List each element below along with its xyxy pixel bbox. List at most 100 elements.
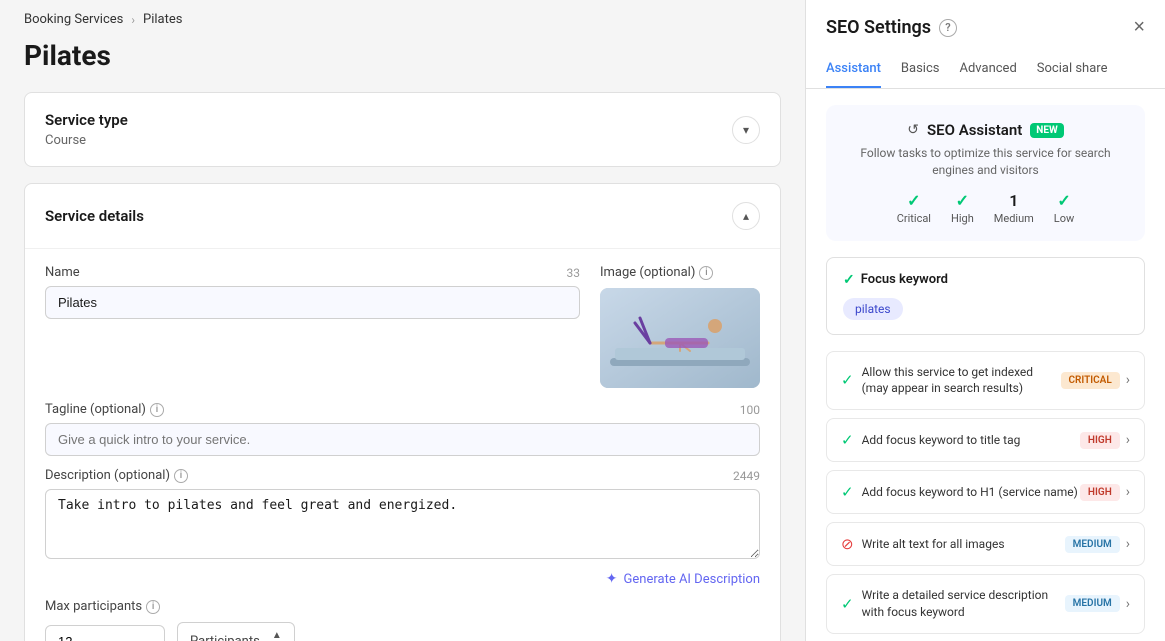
service-type-card: Service type Course ▾ <box>24 92 781 167</box>
image-preview[interactable] <box>600 288 760 388</box>
low-label: Low <box>1054 212 1074 225</box>
participants-stepper[interactable]: ▲ ▼ <box>272 631 282 641</box>
task-check-icon: ✓ <box>841 431 854 449</box>
assistant-description: Follow tasks to optimize this service fo… <box>842 145 1129 179</box>
breadcrumb: Booking Services › Pilates <box>24 0 781 39</box>
task-left: ✓ Add focus keyword to H1 (service name) <box>841 483 1080 501</box>
image-info-icon[interactable]: i <box>699 266 713 280</box>
critical-label: Critical <box>897 212 931 225</box>
tab-basics[interactable]: Basics <box>901 51 940 88</box>
page-title: Pilates <box>24 39 781 72</box>
critical-check-icon: ✓ <box>907 191 920 210</box>
status-low: ✓ Low <box>1054 191 1074 225</box>
left-panel: Booking Services › Pilates Pilates Servi… <box>0 0 805 641</box>
new-badge: NEW <box>1030 123 1063 138</box>
participants-unit-select[interactable]: Participants ▲ ▼ <box>177 622 295 641</box>
service-details-body: Name 33 Image (optional) i <box>25 249 780 641</box>
max-participants-group: Max participants i Participants ▲ ▼ <box>45 599 760 641</box>
seo-title-group: SEO Settings ? <box>826 17 957 38</box>
medium-count: 1 <box>1009 191 1018 210</box>
task-chevron-icon[interactable]: › <box>1126 536 1130 552</box>
task-text: Write alt text for all images <box>862 536 1065 553</box>
task-header[interactable]: ⊘ Write alt text for all images MEDIUM › <box>827 523 1144 565</box>
description-label-text: Description (optional) i <box>45 468 188 483</box>
tagline-label: Tagline (optional) i 100 <box>45 402 760 417</box>
tagline-char-count: 100 <box>740 403 760 417</box>
participants-inputs: Participants ▲ ▼ <box>45 622 760 641</box>
task-right: MEDIUM › <box>1065 536 1130 553</box>
status-medium: 1 Medium <box>994 191 1034 225</box>
task-text: Write a detailed service description wit… <box>862 587 1065 621</box>
tab-advanced[interactable]: Advanced <box>959 51 1016 88</box>
task-header[interactable]: ✓ Add focus keyword to H1 (service name)… <box>827 471 1144 513</box>
service-details-collapse-btn[interactable]: ▴ <box>732 202 760 230</box>
name-label-text: Name <box>45 265 80 280</box>
low-check-icon: ✓ <box>1057 191 1070 210</box>
description-field-group: Description (optional) i 2449 Take intro… <box>45 468 760 563</box>
tagline-input[interactable] <box>45 423 760 456</box>
task-left: ✓ Write a detailed service description w… <box>841 587 1065 621</box>
task-chevron-icon[interactable]: › <box>1126 372 1130 388</box>
task-check-icon: ✓ <box>841 595 854 613</box>
participants-label: Max participants i <box>45 599 760 614</box>
task-error-icon: ⊘ <box>841 535 854 553</box>
task-left: ⊘ Write alt text for all images <box>841 535 1065 553</box>
task-chevron-icon[interactable]: › <box>1126 432 1130 448</box>
image-label: Image (optional) i <box>600 265 760 280</box>
tagline-field-group: Tagline (optional) i 100 <box>45 402 760 456</box>
seo-close-btn[interactable]: × <box>1133 16 1145 39</box>
focus-keyword-check-icon: ✓ <box>843 272 855 288</box>
service-details-title: Service details <box>45 207 144 225</box>
participants-info-icon[interactable]: i <box>146 600 160 614</box>
tab-social-share[interactable]: Social share <box>1037 51 1108 88</box>
name-input[interactable] <box>45 286 580 319</box>
image-label-text: Image (optional) <box>600 265 695 280</box>
task-right: MEDIUM › <box>1065 595 1130 612</box>
breadcrumb-parent-link[interactable]: Booking Services <box>24 12 123 27</box>
service-details-header: Service details ▴ <box>25 184 780 249</box>
breadcrumb-current: Pilates <box>143 12 182 27</box>
breadcrumb-separator: › <box>131 13 135 27</box>
participants-number-input[interactable] <box>45 625 165 641</box>
task-header[interactable]: ✓ Allow this service to get indexed (may… <box>827 352 1144 410</box>
description-textarea[interactable]: Take intro to pilates and feel great and… <box>45 489 760 559</box>
description-info-icon[interactable]: i <box>174 469 188 483</box>
ai-description-btn[interactable]: ✦ Generate AI Description <box>45 571 760 587</box>
seo-tabs: Assistant Basics Advanced Social share <box>806 51 1165 89</box>
service-type-collapse-btn[interactable]: ▾ <box>732 116 760 144</box>
seo-settings-panel: SEO Settings ? × Assistant Basics Advanc… <box>805 0 1165 641</box>
participants-label-text: Max participants i <box>45 599 160 614</box>
seo-help-icon[interactable]: ? <box>939 19 957 37</box>
name-char-count: 33 <box>567 266 581 280</box>
task-check-icon: ✓ <box>841 483 854 501</box>
seo-header: SEO Settings ? × <box>806 0 1165 39</box>
task-item-add-keyword-h1: ✓ Add focus keyword to H1 (service name)… <box>826 470 1145 514</box>
task-text: Add focus keyword to title tag <box>862 432 1080 449</box>
task-badge: CRITICAL <box>1061 372 1120 389</box>
high-check-icon: ✓ <box>956 191 969 210</box>
task-right: HIGH › <box>1080 432 1130 449</box>
seo-status-row: ✓ Critical ✓ High 1 Medium ✓ Low <box>842 191 1129 225</box>
task-item-add-keyword-title: ✓ Add focus keyword to title tag HIGH › <box>826 418 1145 462</box>
focus-keyword-box: ✓ Focus keyword pilates <box>826 257 1145 335</box>
task-header[interactable]: ✓ Add focus keyword to title tag HIGH › <box>827 419 1144 461</box>
task-chevron-icon[interactable]: › <box>1126 596 1130 612</box>
task-badge: MEDIUM <box>1065 595 1120 612</box>
tab-assistant[interactable]: Assistant <box>826 51 881 88</box>
seo-assistant-box: ↺ SEO Assistant NEW Follow tasks to opti… <box>826 105 1145 241</box>
focus-keyword-tag: pilates <box>843 298 903 320</box>
name-image-row: Name 33 Image (optional) i <box>45 265 760 388</box>
status-critical: ✓ Critical <box>897 191 931 225</box>
service-details-card: Service details ▴ Name 33 Image (optio <box>24 183 781 641</box>
service-type-info: Service type Course <box>45 111 128 148</box>
task-badge: HIGH <box>1080 432 1120 449</box>
task-chevron-icon[interactable]: › <box>1126 484 1130 500</box>
tagline-info-icon[interactable]: i <box>150 403 164 417</box>
task-badge: MEDIUM <box>1065 536 1120 553</box>
task-left: ✓ Allow this service to get indexed (may… <box>841 364 1061 398</box>
task-item-detailed-description: ✓ Write a detailed service description w… <box>826 574 1145 634</box>
ai-sparkle-icon: ✦ <box>606 571 618 587</box>
task-header[interactable]: ✓ Write a detailed service description w… <box>827 575 1144 633</box>
description-char-count: 2449 <box>733 469 760 483</box>
name-field-group: Name 33 <box>45 265 580 388</box>
